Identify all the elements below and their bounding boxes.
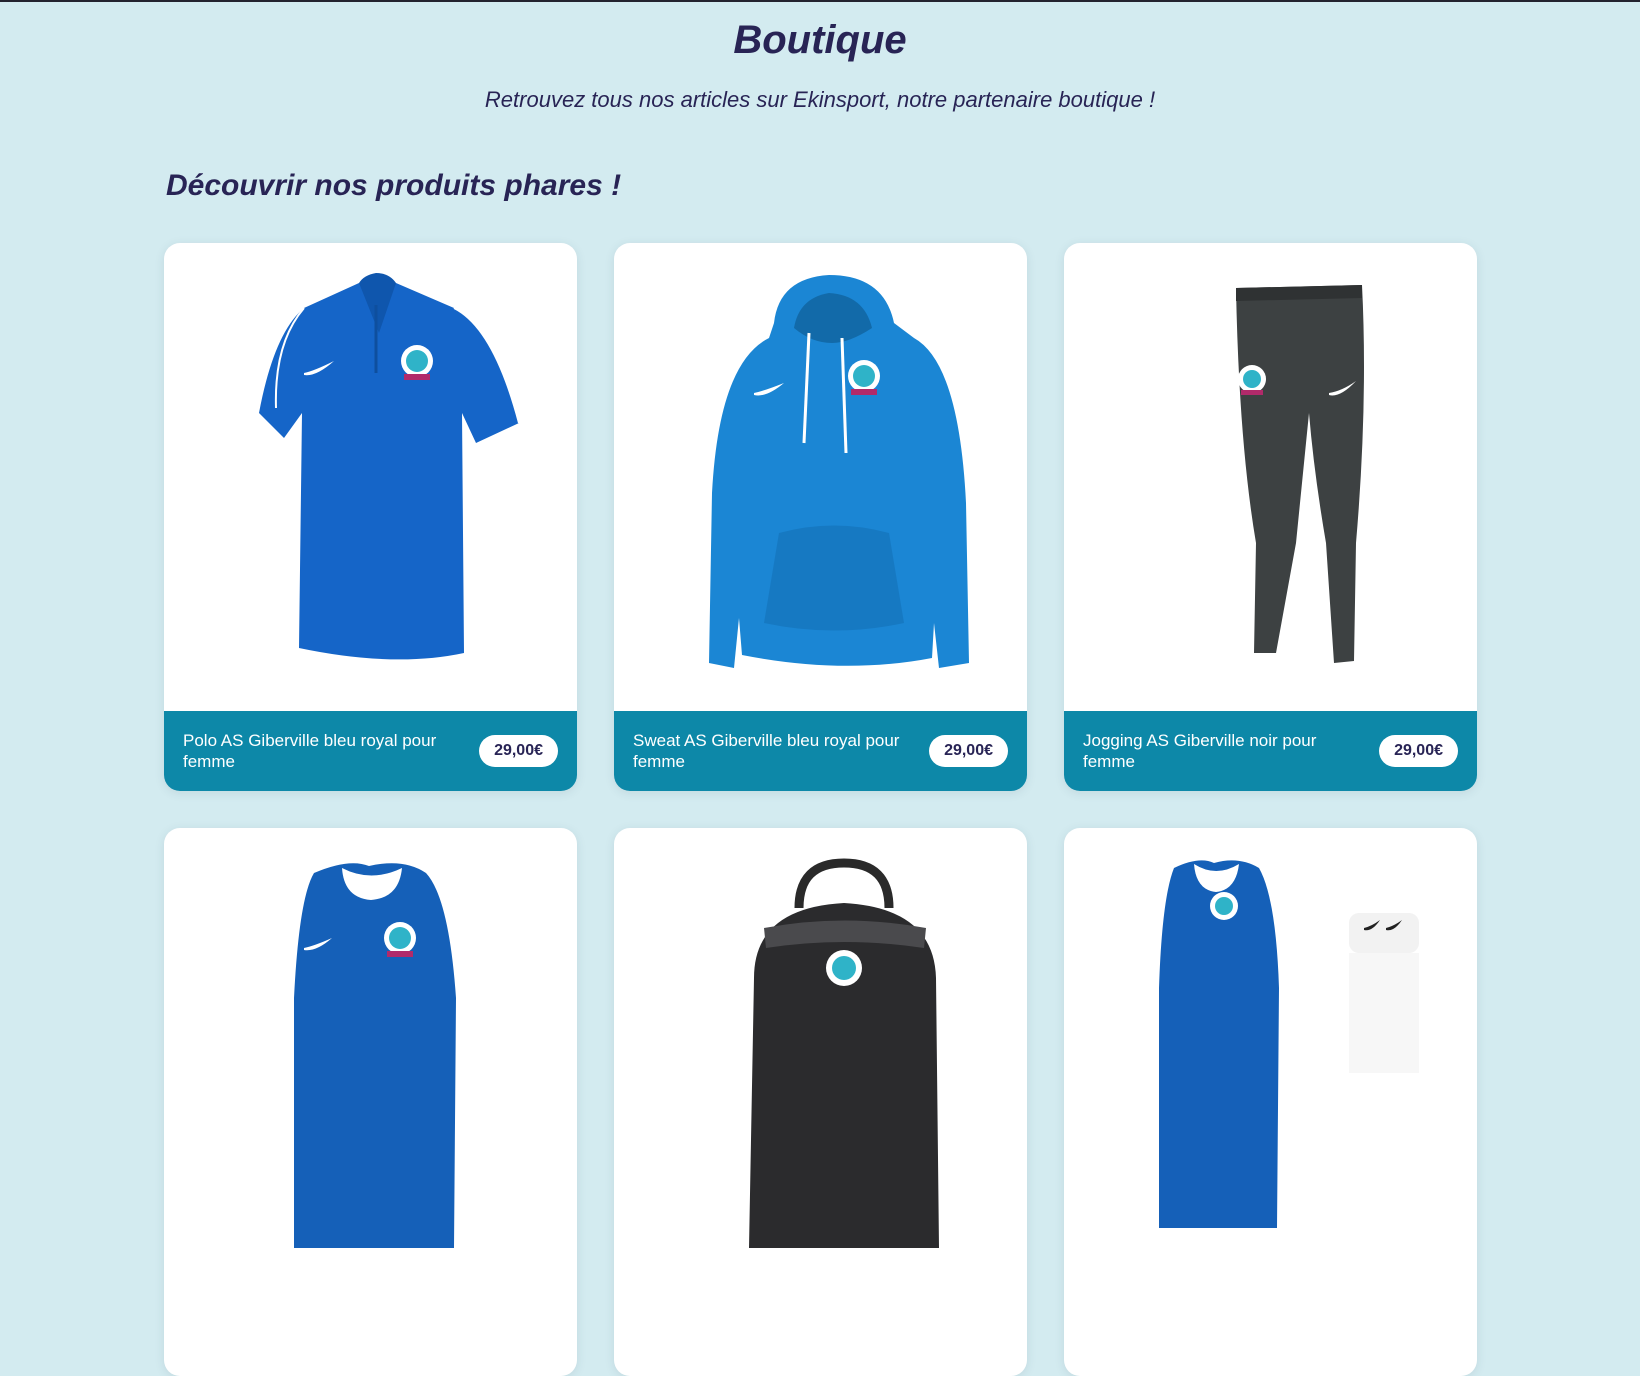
jogging-pants-icon [1236, 285, 1364, 663]
product-card-backpack[interactable] [614, 828, 1027, 1376]
product-image-sweat[interactable] [614, 243, 1027, 711]
product-card-jogging[interactable]: Jogging AS Giberville noir pour femme 29… [1064, 243, 1477, 791]
product-name[interactable]: Jogging AS Giberville noir pour femme [1083, 730, 1358, 772]
product-image-backpack[interactable] [614, 828, 1027, 1296]
page-subtitle: Retrouvez tous nos articles sur Ekinspor… [484, 87, 1156, 112]
price-badge: 29,00€ [1379, 735, 1458, 767]
hoodie-icon [709, 275, 969, 668]
top-border [0, 0, 1640, 2]
product-card-sweat[interactable]: Sweat AS Giberville bleu royal pour femm… [614, 243, 1027, 791]
price-badge: 29,00€ [929, 735, 1008, 767]
backpack-icon [749, 858, 939, 1248]
product-image-polo[interactable] [164, 243, 577, 711]
product-card-tank-top-socks[interactable] [1064, 828, 1477, 1376]
product-name[interactable]: Sweat AS Giberville bleu royal pour femm… [633, 730, 908, 772]
product-footer: Polo AS Giberville bleu royal pour femme… [164, 711, 577, 791]
product-name[interactable]: Polo AS Giberville bleu royal pour femme [183, 730, 458, 772]
tank-top-and-socks-icon [1159, 860, 1419, 1228]
price-badge: 29,00€ [479, 735, 558, 767]
polo-shirt-icon [259, 273, 520, 660]
page-title: Boutique [733, 18, 907, 62]
product-image-tank-top[interactable] [164, 828, 577, 1296]
product-image-jogging[interactable] [1064, 243, 1477, 711]
tank-top-icon [294, 863, 456, 1248]
product-card-polo[interactable]: Polo AS Giberville bleu royal pour femme… [164, 243, 577, 791]
product-image-tank-top-socks[interactable] [1064, 828, 1477, 1296]
product-footer: Jogging AS Giberville noir pour femme 29… [1064, 711, 1477, 791]
product-footer: Sweat AS Giberville bleu royal pour femm… [614, 711, 1027, 791]
section-heading: Découvrir nos produits phares ! [166, 169, 622, 202]
product-card-tank-top[interactable] [164, 828, 577, 1376]
